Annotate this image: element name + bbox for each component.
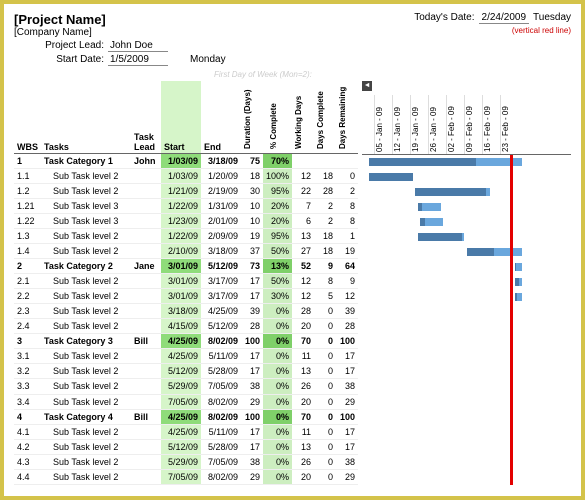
gantt-header: ◄ 05 - Jan - 0912 - Jan - 0919 - Jan - 0… (362, 81, 571, 155)
gantt-row (362, 170, 571, 185)
gantt-row (362, 155, 571, 170)
project-name: [Project Name] (14, 12, 106, 27)
schedule-table: WBS Tasks Task Lead Start End Duration (… (14, 81, 358, 485)
gantt-row (362, 320, 571, 335)
gantt-row (362, 185, 571, 200)
table-row[interactable]: 1Task Category 1John1/03/093/18/097570% (14, 153, 358, 168)
gantt-row (362, 425, 571, 440)
gantt-chart: ◄ 05 - Jan - 0912 - Jan - 0919 - Jan - 0… (362, 81, 571, 485)
gantt-bar[interactable] (515, 263, 522, 271)
gantt-row (362, 275, 571, 290)
gantt-bar-complete (415, 188, 486, 196)
gantt-row (362, 260, 571, 275)
col-wbs[interactable]: WBS (14, 81, 41, 153)
spreadsheet-frame: [Project Name] [Company Name] Today's Da… (0, 0, 585, 500)
gantt-row (362, 365, 571, 380)
gantt-row (362, 230, 571, 245)
gantt-date-col: 09 - Feb - 09 (464, 95, 482, 154)
table-row[interactable]: 4.4Sub Task level 27/05/098/02/09290%200… (14, 469, 358, 484)
table-row[interactable]: 3.2Sub Task level 25/12/095/28/09170%130… (14, 364, 358, 379)
table-row[interactable]: 4.1Sub Task level 24/25/095/11/09170%110… (14, 424, 358, 439)
gantt-row (362, 305, 571, 320)
lead-value[interactable]: John Doe (108, 40, 168, 52)
gantt-row (362, 470, 571, 485)
gantt-row (362, 215, 571, 230)
table-row[interactable]: 2.4Sub Task level 24/15/095/12/09280%200… (14, 319, 358, 334)
table-row[interactable]: 1.1Sub Task level 21/03/091/20/0918100%1… (14, 168, 358, 183)
gantt-bar-complete (418, 203, 423, 211)
col-pct[interactable]: % Complete (263, 81, 292, 153)
gantt-bar-complete (369, 173, 413, 181)
gantt-row (362, 290, 571, 305)
col-duration[interactable]: Duration (Days) (241, 81, 263, 153)
table-row[interactable]: 2.1Sub Task level 23/01/093/17/091750%12… (14, 274, 358, 289)
col-days-remaining[interactable]: Days Remaining (336, 81, 358, 153)
gantt-bar-complete (467, 248, 495, 256)
gantt-date-col: 02 - Feb - 09 (446, 95, 464, 154)
table-row[interactable]: 4.2Sub Task level 25/12/095/28/09170%130… (14, 439, 358, 454)
table-row[interactable]: 3.4Sub Task level 27/05/098/02/09290%200… (14, 394, 358, 409)
col-lead[interactable]: Task Lead (131, 81, 161, 153)
gantt-row (362, 455, 571, 470)
gantt-bar-complete (515, 263, 516, 271)
gantt-bar-complete (515, 293, 517, 301)
gantt-row (362, 350, 571, 365)
today-date[interactable]: 2/24/2009 (479, 12, 530, 24)
table-row[interactable]: 1.21Sub Task level 31/22/091/31/091020%7… (14, 198, 358, 213)
gantt-date-col: 23 - Feb - 09 (500, 95, 518, 154)
gantt-row (362, 380, 571, 395)
gantt-row (362, 200, 571, 215)
table-row[interactable]: 3.3Sub Task level 25/29/097/05/09380%260… (14, 379, 358, 394)
gantt-date-col: 19 - Jan - 09 (410, 95, 428, 154)
today-redline (510, 155, 513, 485)
gantt-bar-complete (515, 278, 518, 286)
start-date-value[interactable]: 1/5/2009 (108, 54, 168, 66)
gantt-row (362, 440, 571, 455)
content-area: WBS Tasks Task Lead Start End Duration (… (14, 81, 571, 485)
col-tasks[interactable]: Tasks (41, 81, 131, 153)
table-row[interactable]: 3Task Category 3Bill4/25/098/02/091000%7… (14, 334, 358, 349)
start-day: Monday (190, 54, 226, 65)
table-row[interactable]: 2Task Category 2Jane3/01/095/12/097313%5… (14, 258, 358, 273)
table-row[interactable]: 1.2Sub Task level 21/21/092/19/093095%22… (14, 183, 358, 198)
table-row[interactable]: 1.3Sub Task level 21/22/092/09/091995%13… (14, 228, 358, 243)
table-row[interactable]: 2.3Sub Task level 23/18/094/25/09390%280… (14, 304, 358, 319)
scroll-left-icon[interactable]: ◄ (362, 81, 372, 91)
col-start[interactable]: Start (161, 81, 201, 153)
header-top: [Project Name] [Company Name] Today's Da… (14, 12, 571, 38)
col-days-complete[interactable]: Days Complete (314, 81, 336, 153)
col-workdays[interactable]: Working Days (292, 81, 314, 153)
gantt-date-col: 16 - Feb - 09 (482, 95, 500, 154)
table-row[interactable]: 2.2Sub Task level 23/01/093/17/091730%12… (14, 289, 358, 304)
table-row[interactable]: 1.4Sub Task level 22/10/093/18/093750%27… (14, 243, 358, 258)
col-end[interactable]: End (201, 81, 241, 153)
company-name: [Company Name] (14, 27, 106, 38)
start-date-label: Start Date: (14, 54, 104, 65)
gantt-bar-complete (369, 158, 476, 166)
gantt-bar-complete (418, 233, 462, 241)
vertical-red-note: (vertical red line) (414, 26, 571, 35)
table-row[interactable]: 3.1Sub Task level 24/25/095/11/09170%110… (14, 349, 358, 364)
today-label: Today's Date: (414, 12, 474, 23)
gantt-bar-complete (420, 218, 425, 226)
gantt-row (362, 335, 571, 350)
gantt-body (362, 155, 571, 485)
table-row[interactable]: 4.3Sub Task level 25/29/097/05/09380%260… (14, 454, 358, 469)
table-row[interactable]: 1.22Sub Task level 31/23/092/01/091020%6… (14, 213, 358, 228)
gantt-date-col: 26 - Jan - 09 (428, 95, 446, 154)
gantt-date-col: 12 - Jan - 09 (392, 95, 410, 154)
today-day: Tuesday (533, 12, 571, 23)
gantt-row (362, 410, 571, 425)
gantt-row (362, 395, 571, 410)
lead-label: Project Lead: (14, 40, 104, 51)
first-day-note: First Day of Week (Mon=2): (214, 70, 571, 79)
table-row[interactable]: 4Task Category 4Bill4/25/098/02/091000%7… (14, 409, 358, 424)
gantt-row (362, 245, 571, 260)
gantt-date-col: 05 - Jan - 09 (374, 95, 392, 154)
